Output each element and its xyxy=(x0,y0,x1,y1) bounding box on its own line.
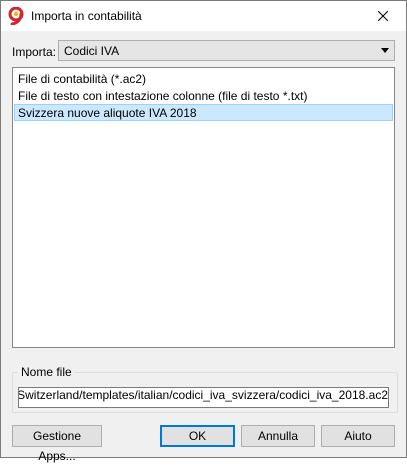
list-item[interactable]: File di contabilità (*.ac2) xyxy=(14,70,393,87)
title-bar[interactable]: Importa in contabilità xyxy=(1,1,406,31)
file-name-value: ghba/Switzerland/templates/italian/codic… xyxy=(18,388,388,402)
close-button[interactable] xyxy=(360,1,406,31)
file-name-label: Nome file xyxy=(18,365,75,379)
import-dialog: Importa in contabilità Importa: Codici I… xyxy=(0,0,407,463)
list-item-selected[interactable]: Svizzera nuove aliquote IVA 2018 xyxy=(14,104,393,121)
manage-apps-button[interactable]: Gestione Apps... xyxy=(12,425,102,463)
list-item-label: Svizzera nuove aliquote IVA 2018 xyxy=(18,106,197,120)
import-type-select[interactable]: Codici IVA xyxy=(58,40,395,61)
list-item[interactable]: File di testo con intestazione colonne (… xyxy=(14,87,393,104)
ok-button[interactable]: OK xyxy=(160,425,235,447)
help-button[interactable]: Aiuto xyxy=(321,425,395,447)
window-title: Importa in contabilità xyxy=(31,9,142,23)
cancel-button[interactable]: Annulla xyxy=(241,425,315,447)
list-item-label: File di contabilità (*.ac2) xyxy=(18,72,147,86)
banana-app-icon xyxy=(8,6,24,26)
close-icon xyxy=(378,11,388,21)
import-format-list[interactable]: File di contabilità (*.ac2) File di test… xyxy=(12,67,395,348)
chevron-down-icon xyxy=(381,48,389,53)
list-item-label: File di testo con intestazione colonne (… xyxy=(18,89,308,103)
import-type-value: Codici IVA xyxy=(64,44,120,58)
file-name-input[interactable]: ghba/Switzerland/templates/italian/codic… xyxy=(18,387,389,408)
import-label: Importa: xyxy=(12,45,57,59)
